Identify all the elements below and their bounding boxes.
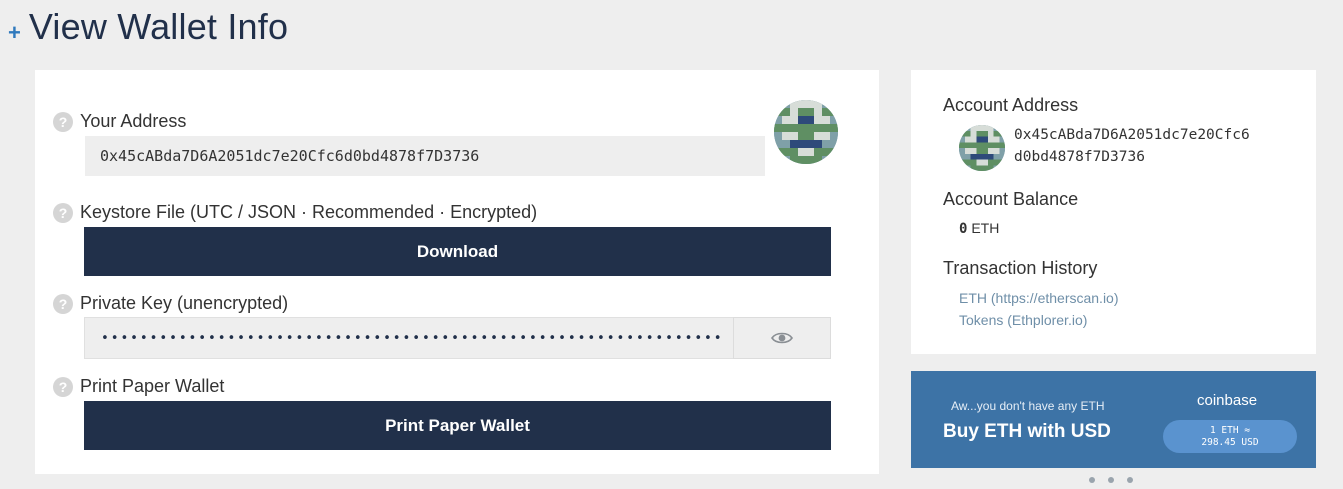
your-address-label: ? Your Address xyxy=(53,111,186,132)
eth-rate-line: 1 ETH ≈ xyxy=(1209,425,1251,436)
etherscan-link[interactable]: ETH (https://etherscan.io) xyxy=(959,290,1119,306)
private-key-field[interactable]: ••••••••••••••••••••••••••••••••••••••••… xyxy=(84,317,733,359)
print-wallet-label-text: Print Paper Wallet xyxy=(80,376,225,396)
account-address-heading: Account Address xyxy=(943,95,1079,115)
balance-unit: ETH xyxy=(971,220,1000,236)
help-icon[interactable]: ? xyxy=(53,202,73,223)
carousel-dot[interactable] xyxy=(1108,477,1114,483)
page-title: View Wallet Info xyxy=(28,6,289,47)
account-address-line: 0x45cABda7D6A2051dc7e20Cfc6 xyxy=(1014,127,1250,143)
account-balance-heading: Account Balance xyxy=(943,189,1079,209)
show-private-key-toggle[interactable] xyxy=(733,317,831,359)
account-address-value: 0x45cABda7D6A2051dc7e20Cfc6 d0bd4878f7D3… xyxy=(1014,124,1304,168)
identicon xyxy=(959,125,1005,171)
account-panel: Account Address 0x45cABda7D6A2051dc7e20C… xyxy=(911,70,1316,354)
eth-rate-badge[interactable]: 1 ETH ≈ 298.45 USD xyxy=(1163,420,1297,453)
eth-rate-line: 298.45 USD xyxy=(1201,437,1259,448)
help-icon[interactable]: ? xyxy=(53,111,73,132)
balance-amount: 0 xyxy=(959,221,968,237)
account-address-line: d0bd4878f7D3736 xyxy=(1014,149,1145,165)
coinbase-subtitle: Aw...you don't have any ETH xyxy=(951,399,1105,413)
print-paper-wallet-button[interactable]: Print Paper Wallet xyxy=(84,401,831,450)
carousel-dot[interactable] xyxy=(1127,477,1133,483)
help-icon[interactable]: ? xyxy=(53,376,73,397)
eye-icon xyxy=(771,332,793,344)
private-key-label-text: Private Key (unencrypted) xyxy=(80,293,289,313)
private-key-row: ••••••••••••••••••••••••••••••••••••••••… xyxy=(84,317,831,359)
coinbase-logo: coinbase xyxy=(1197,392,1258,409)
download-button[interactable]: Download xyxy=(84,227,831,276)
account-balance-value: 0 ETH xyxy=(959,220,999,237)
carousel-dots xyxy=(1089,477,1133,483)
keystore-label: ? Keystore File (UTC / JSON · Recommende… xyxy=(53,202,537,223)
carousel-dot[interactable] xyxy=(1089,477,1095,483)
your-address-text: Your Address xyxy=(80,111,187,131)
plus-icon[interactable]: + xyxy=(8,22,21,44)
address-field[interactable]: 0x45cABda7D6A2051dc7e20Cfc6d0bd4878f7D37… xyxy=(85,136,765,176)
page-header: + View Wallet Info xyxy=(8,6,288,48)
identicon xyxy=(774,100,838,164)
coinbase-title: Buy ETH with USD xyxy=(943,421,1111,442)
keystore-label-text: Keystore File (UTC / JSON · Recommended … xyxy=(80,202,538,222)
coinbase-banner[interactable]: Aw...you don't have any ETH Buy ETH with… xyxy=(911,371,1316,468)
wallet-info-panel: ? Your Address 0x45cABda7D6A2051dc7e20Cf… xyxy=(35,70,879,474)
private-key-label: ? Private Key (unencrypted) xyxy=(53,293,288,314)
print-wallet-label: ? Print Paper Wallet xyxy=(53,376,224,397)
help-icon[interactable]: ? xyxy=(53,293,73,314)
transaction-history-heading: Transaction History xyxy=(943,258,1098,278)
ethplorer-link[interactable]: Tokens (Ethplorer.io) xyxy=(959,312,1087,328)
